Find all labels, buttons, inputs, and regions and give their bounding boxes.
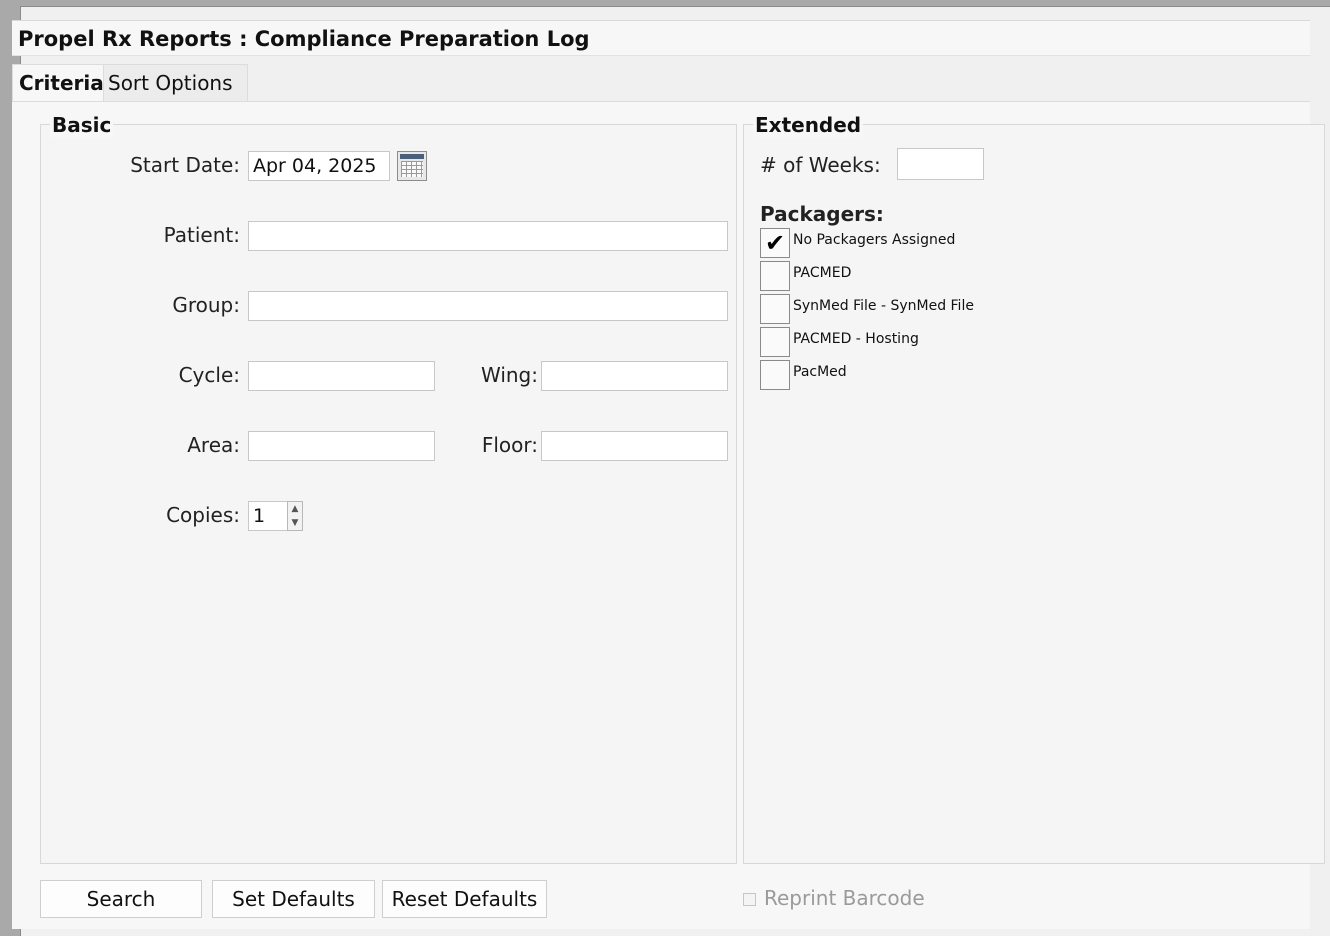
tab-criteria[interactable]: Criteria — [12, 64, 104, 102]
floor-label: Floor: — [481, 433, 538, 457]
packager-checkbox[interactable] — [760, 294, 790, 324]
start-date-label: Start Date: — [130, 153, 240, 177]
weeks-label: # of Weeks: — [760, 153, 881, 177]
wing-label: Wing: — [480, 363, 538, 387]
extended-group-title: Extended — [753, 113, 864, 137]
wing-input[interactable] — [541, 361, 728, 391]
spin-down-icon[interactable]: ▼ — [288, 516, 302, 530]
reprint-barcode-label: Reprint Barcode — [764, 886, 925, 910]
packager-checkbox[interactable] — [760, 360, 790, 390]
basic-group-title: Basic — [50, 113, 114, 137]
copies-label: Copies: — [166, 503, 240, 527]
copies-stepper[interactable]: ▲ ▼ — [287, 501, 303, 531]
packager-label: PACMED — [793, 265, 852, 281]
copies-input[interactable] — [248, 501, 288, 531]
search-button[interactable]: Search — [40, 880, 202, 918]
area-label: Area: — [187, 433, 240, 457]
reset-defaults-button[interactable]: Reset Defaults — [382, 880, 547, 918]
patient-label: Patient: — [163, 223, 240, 247]
tab-sort-options[interactable]: Sort Options — [104, 64, 248, 102]
cycle-input[interactable] — [248, 361, 435, 391]
packager-label: SynMed File - SynMed File — [793, 298, 974, 314]
patient-input[interactable] — [248, 221, 728, 251]
start-date-input[interactable] — [248, 151, 390, 181]
packager-label: PACMED - Hosting — [793, 331, 919, 347]
packager-checkbox[interactable] — [760, 261, 790, 291]
set-defaults-button[interactable]: Set Defaults — [212, 880, 375, 918]
packager-label: No Packagers Assigned — [793, 232, 956, 248]
packagers-label: Packagers: — [760, 202, 884, 226]
packager-checkbox[interactable]: ✔ — [760, 228, 790, 258]
reprint-barcode-checkbox[interactable] — [743, 893, 756, 906]
weeks-input[interactable] — [897, 148, 984, 180]
packager-label: PacMed — [793, 364, 847, 380]
window-title: Propel Rx Reports : Compliance Preparati… — [12, 20, 1310, 56]
area-input[interactable] — [248, 431, 435, 461]
group-label: Group: — [172, 293, 240, 317]
spin-up-icon[interactable]: ▲ — [288, 502, 302, 516]
group-input[interactable] — [248, 291, 728, 321]
cycle-label: Cycle: — [178, 363, 240, 387]
packager-checkbox[interactable] — [760, 327, 790, 357]
calendar-icon[interactable] — [397, 151, 427, 181]
floor-input[interactable] — [541, 431, 728, 461]
